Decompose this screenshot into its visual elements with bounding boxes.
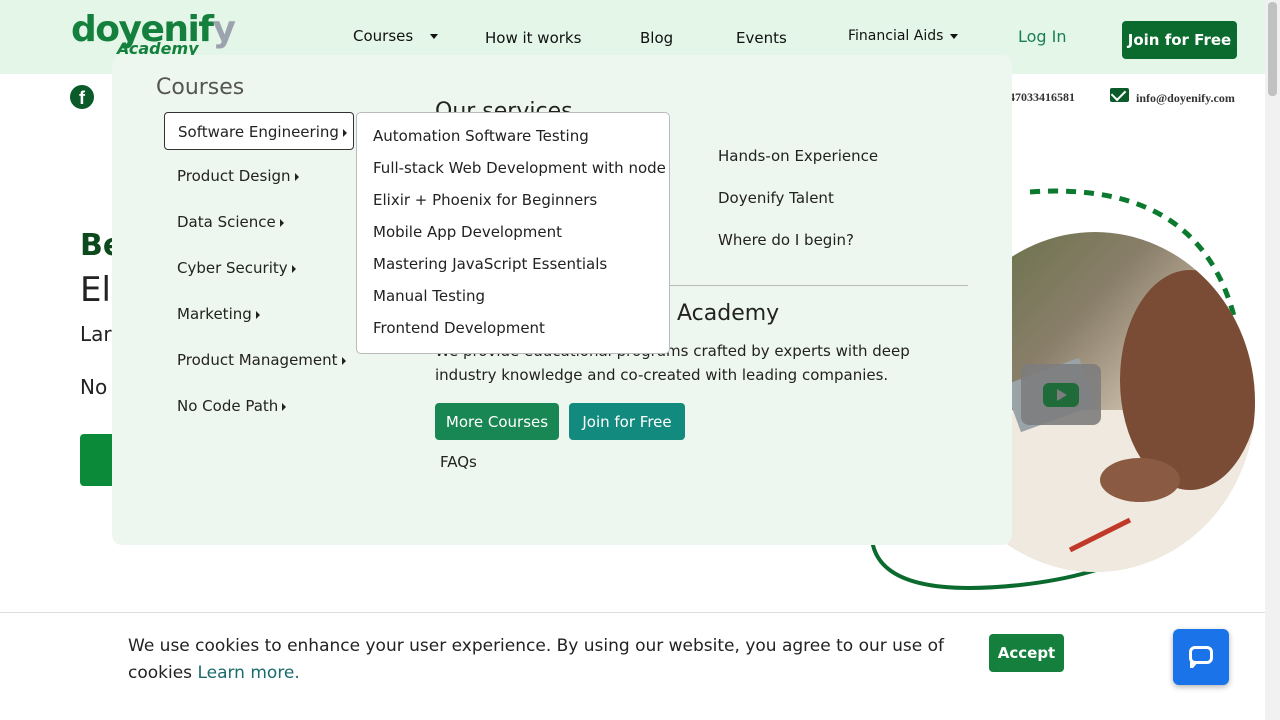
envelope-icon — [1110, 88, 1129, 102]
nav-financial-aids[interactable]: Financial Aids — [848, 26, 958, 46]
category-label: No Code Path — [177, 397, 279, 415]
course-manual-testing[interactable]: Manual Testing — [373, 287, 485, 305]
caret-right-icon — [294, 172, 299, 181]
course-automation-software-testing[interactable]: Automation Software Testing — [373, 127, 589, 145]
caret-right-icon — [341, 356, 346, 365]
cookie-banner: We use cookies to enhance your user expe… — [0, 612, 1265, 720]
category-data-science[interactable]: Data Science — [164, 203, 354, 241]
category-cyber-security[interactable]: Cyber Security — [164, 249, 354, 287]
facebook-icon[interactable]: f — [70, 85, 94, 109]
service-doyenify-talent[interactable]: Doyenify Talent — [718, 189, 834, 207]
course-frontend-development[interactable]: Frontend Development — [373, 319, 545, 337]
faqs-link[interactable]: FAQs — [440, 453, 477, 471]
category-label: Data Science — [177, 213, 276, 231]
hero-subtext: Lar — [80, 322, 112, 346]
email-address[interactable]: info@doyenify.com — [1136, 91, 1235, 106]
nav-events[interactable]: Events — [736, 28, 787, 48]
learn-more-link[interactable]: Learn more. — [197, 663, 299, 683]
login-link[interactable]: Log In — [1018, 27, 1067, 46]
accept-cookies-button[interactable]: Accept — [989, 634, 1064, 672]
caret-right-icon — [291, 264, 296, 273]
nav-financial-aids-label: Financial Aids — [848, 28, 944, 44]
caret-right-icon — [279, 218, 284, 227]
category-label: Marketing — [177, 305, 252, 323]
category-label: Cyber Security — [177, 259, 288, 277]
cookie-message: We use cookies to enhance your user expe… — [128, 633, 968, 687]
chat-widget-button[interactable] — [1173, 629, 1229, 685]
category-label: Product Management — [177, 351, 338, 369]
nav-how-it-works[interactable]: How it works — [485, 28, 581, 48]
hero-note: No — [80, 375, 108, 399]
more-courses-button[interactable]: More Courses — [435, 403, 559, 440]
course-mobile-app-development[interactable]: Mobile App Development — [373, 223, 562, 241]
course-full-stack-web-development[interactable]: Full-stack Web Development with node — [373, 159, 666, 177]
service-hands-on-experience[interactable]: Hands-on Experience — [718, 147, 878, 165]
caret-right-icon — [282, 402, 287, 411]
course-mastering-javascript[interactable]: Mastering JavaScript Essentials — [373, 255, 607, 273]
logo-y: y — [212, 9, 236, 50]
scrollbar-thumb[interactable] — [1268, 2, 1277, 96]
chevron-down-icon — [429, 34, 438, 39]
doyenify-logo[interactable]: doyenify Academy — [71, 10, 236, 58]
page-scrollbar[interactable] — [1265, 0, 1280, 720]
category-software-engineering[interactable]: Software Engineering — [164, 112, 354, 150]
category-label: Product Design — [177, 167, 291, 185]
menu-join-for-free-button[interactable]: Join for Free — [569, 403, 685, 440]
caret-right-icon — [255, 310, 260, 319]
course-elixir-phoenix[interactable]: Elixir + Phoenix for Beginners — [373, 191, 597, 209]
mega-menu-title: Courses — [156, 75, 245, 100]
software-engineering-submenu: Automation Software Testing Full-stack W… — [356, 112, 670, 354]
nav-blog[interactable]: Blog — [640, 28, 673, 48]
caret-right-icon — [342, 128, 347, 137]
category-product-design[interactable]: Product Design — [164, 157, 354, 195]
caret-down-icon — [949, 33, 958, 39]
category-no-code-path[interactable]: No Code Path — [164, 387, 354, 425]
phone-number: 347033416581 — [1003, 90, 1075, 104]
category-product-management[interactable]: Product Management — [164, 341, 354, 379]
join-for-free-button[interactable]: Join for Free — [1122, 21, 1237, 59]
category-label: Software Engineering — [178, 123, 339, 141]
category-marketing[interactable]: Marketing — [164, 295, 354, 333]
academy-title: y Academy — [657, 301, 780, 326]
service-where-do-i-begin[interactable]: Where do I begin? — [718, 231, 854, 249]
nav-courses[interactable]: Courses — [353, 26, 438, 46]
nav-courses-label: Courses — [353, 27, 414, 45]
